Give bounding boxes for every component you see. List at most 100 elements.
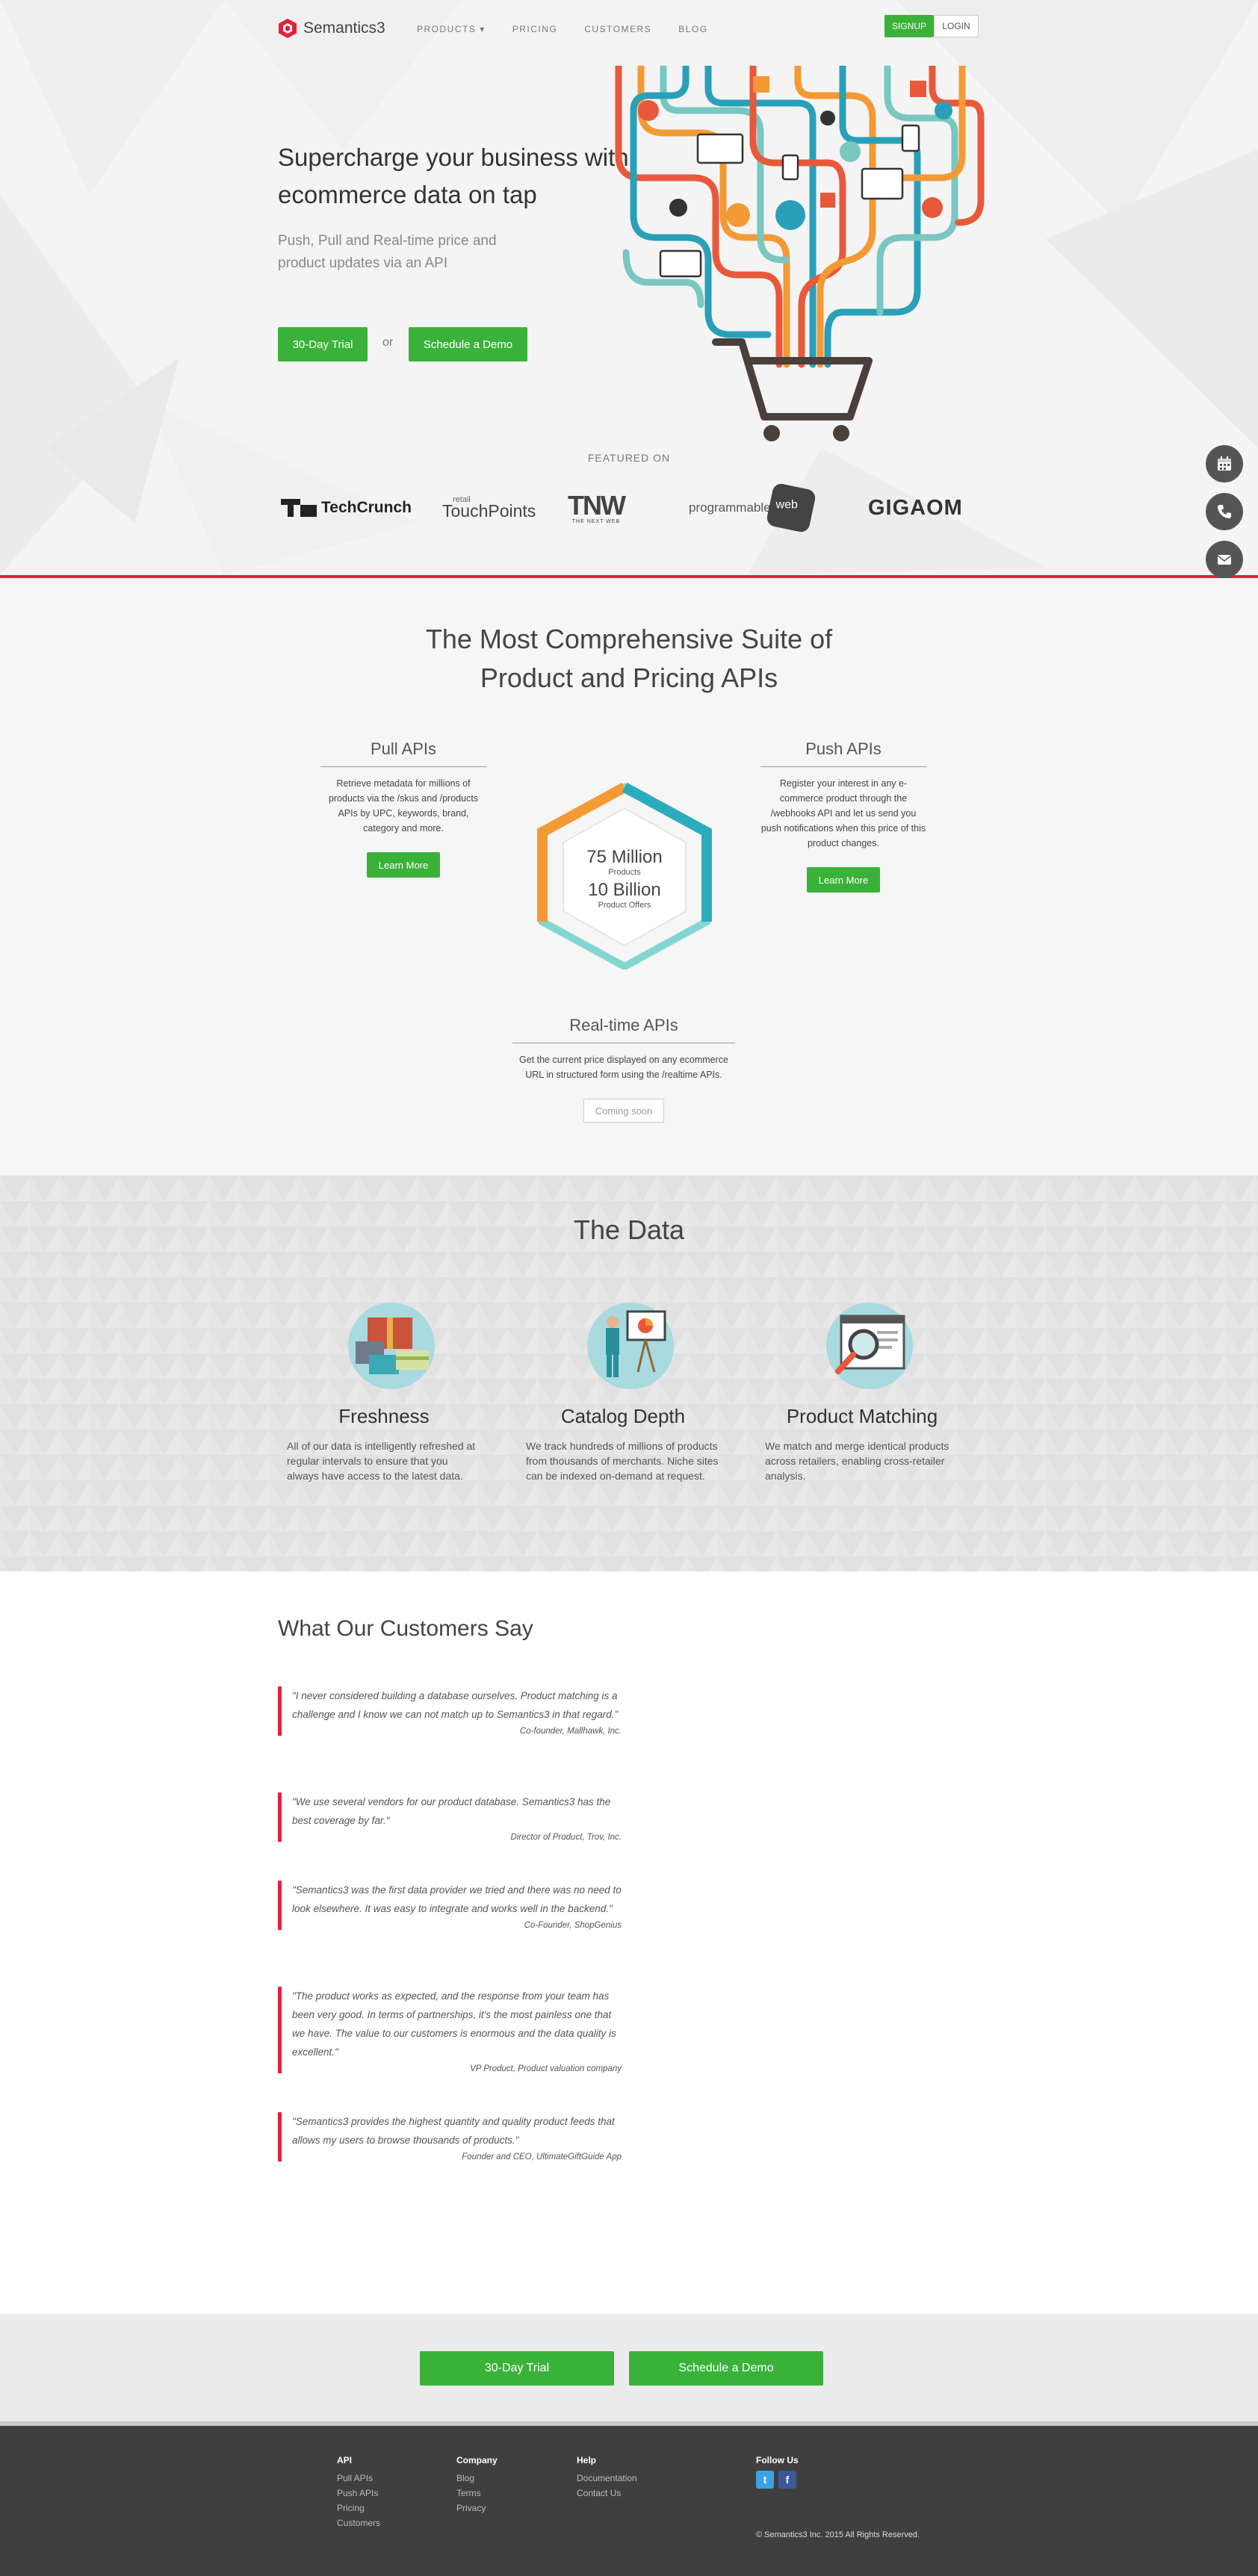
- footer-link-push-apis[interactable]: Push APIs: [337, 2486, 380, 2501]
- techcrunch-logo-icon: [281, 499, 317, 517]
- press-techcrunch[interactable]: TechCrunch: [281, 485, 412, 530]
- gigaom-logo-text: GIGAOM: [868, 495, 963, 520]
- footer-follow-heading: Follow Us: [756, 2455, 799, 2465]
- cta-section: 30-Day Trial Schedule a Demo: [0, 2314, 1258, 2421]
- offers-count: 10 Billion: [588, 880, 661, 900]
- presenter-icon: [587, 1303, 674, 1389]
- testimonial-item: "I never considered building a database …: [278, 1686, 622, 1736]
- press-gigaom[interactable]: GIGAOM: [868, 485, 963, 530]
- press-touchpoints[interactable]: retail TouchPoints: [442, 485, 536, 530]
- calendar-icon: [1218, 456, 1231, 471]
- footer-col-api: API Pull APIs Push APIs Pricing Customer…: [337, 2453, 380, 2530]
- footer-link-pricing[interactable]: Pricing: [337, 2501, 380, 2516]
- caret-down-icon: ▾: [480, 24, 486, 34]
- realtime-api-description: Get the current price displayed on any e…: [519, 1055, 728, 1080]
- pull-api-heading: Pull APIs: [320, 739, 486, 767]
- suite-title-line2: Product and Pricing APIs: [480, 662, 778, 693]
- signup-button[interactable]: SIGNUP: [884, 15, 934, 37]
- hero-demo-button[interactable]: Schedule a Demo: [409, 327, 527, 361]
- tnw-sub-text: THE NEXT WEB: [571, 518, 621, 524]
- testimonials-section: What Our Customers Say "I never consider…: [0, 1571, 1258, 2314]
- hero-trial-button[interactable]: 30-Day Trial: [278, 327, 368, 361]
- testimonial-item: "The product works as expected, and the …: [278, 1987, 622, 2073]
- footer-link-blog[interactable]: Blog: [456, 2471, 498, 2486]
- testimonial-author: Founder and CEO, UltimateGiftGuide App: [462, 2153, 622, 2161]
- footer-col-follow: Follow Us t f: [756, 2453, 799, 2489]
- testimonial-item: "We use several vendors for our product …: [278, 1793, 622, 1842]
- testimonial-quote: "Semantics3 provides the highest quantit…: [292, 2116, 615, 2146]
- data-col-catalog-depth: Catalog Depth We track hundreds of milli…: [526, 1301, 720, 1483]
- testimonial-item: "Semantics3 provides the highest quantit…: [278, 2112, 622, 2161]
- footer-link-terms[interactable]: Terms: [456, 2486, 498, 2501]
- phone-icon: [1218, 505, 1231, 518]
- footer-col-help: Help Documentation Contact Us: [577, 2453, 637, 2501]
- logo[interactable]: Semantics3: [278, 18, 385, 39]
- testimonial-author: Co-Founder, ShopGenius: [524, 1921, 622, 1930]
- realtime-api-block: Real-time APIs Get the current price dis…: [512, 1016, 735, 1123]
- offers-label: Product Offers: [598, 901, 651, 910]
- footer: API Pull APIs Push APIs Pricing Customer…: [0, 2421, 1258, 2576]
- testimonial-author: Co-founder, Mallhawk, Inc.: [519, 1727, 622, 1736]
- push-learn-more-button[interactable]: Learn More: [807, 867, 880, 893]
- email-side-button[interactable]: [1206, 541, 1243, 578]
- cta-demo-button[interactable]: Schedule a Demo: [629, 2351, 823, 2386]
- nav-links: PRODUCTS ▾ PRICING CUSTOMERS BLOG: [417, 24, 708, 34]
- realtime-api-heading: Real-time APIs: [512, 1016, 735, 1043]
- coverage-hexagon: 75 Million Products 10 Billion Product O…: [536, 783, 713, 969]
- copyright-text: © Semantics3 Inc. 2015 All Rights Reserv…: [756, 2530, 920, 2539]
- testimonial-quote: "Semantics3 was the first data provider …: [292, 1884, 622, 1914]
- footer-link-privacy[interactable]: Privacy: [456, 2501, 498, 2516]
- testimonial-author: VP Product, Product valuation company: [470, 2064, 622, 2073]
- login-button[interactable]: LOGIN: [934, 15, 979, 37]
- touchpoints-logo-text: TouchPoints: [442, 500, 536, 521]
- testimonial-item: "Semantics3 was the first data provider …: [278, 1881, 622, 1930]
- press-tnw[interactable]: TNW THE NEXT WEB: [568, 485, 626, 530]
- api-suite-section: The Most Comprehensive Suite of Product …: [0, 578, 1258, 1176]
- push-api-description: Register your interest in any e-commerce…: [760, 778, 926, 848]
- nav-products[interactable]: PRODUCTS ▾: [417, 24, 486, 34]
- pull-learn-more-button[interactable]: Learn More: [367, 852, 440, 878]
- catalog-depth-heading: Catalog Depth: [560, 1405, 686, 1427]
- programmableweb-web-text: web: [775, 498, 798, 512]
- catalog-depth-text: We track hundreds of millions of product…: [526, 1440, 719, 1482]
- magnifier-icon: [826, 1303, 913, 1389]
- data-col-freshness: Freshness All of our data is intelligent…: [287, 1301, 481, 1483]
- freshness-text: All of our data is intelligently refresh…: [287, 1440, 476, 1482]
- footer-link-pull-apis[interactable]: Pull APIs: [337, 2471, 380, 2486]
- suite-title: The Most Comprehensive Suite of Product …: [0, 620, 1258, 698]
- product-matching-heading: Product Matching: [786, 1405, 938, 1427]
- footer-link-documentation[interactable]: Documentation: [577, 2471, 637, 2486]
- tnw-logo-text: TNW: [568, 489, 626, 521]
- nav-blog[interactable]: BLOG: [678, 24, 707, 34]
- press-programmableweb[interactable]: programmable web: [689, 482, 817, 534]
- programmableweb-logo-text: programmable: [689, 500, 771, 515]
- footer-api-heading: API: [337, 2455, 353, 2465]
- products-label: Products: [608, 868, 641, 877]
- testimonial-quote: "We use several vendors for our product …: [292, 1796, 611, 1826]
- nav-products-label: PRODUCTS: [417, 24, 477, 34]
- data-title: The Data: [573, 1214, 685, 1245]
- nav-pricing[interactable]: PRICING: [512, 24, 558, 34]
- facebook-icon[interactable]: f: [778, 2471, 796, 2489]
- testimonial-quote: "I never considered building a database …: [292, 1690, 619, 1720]
- logo-text: Semantics3: [303, 19, 385, 37]
- phone-side-button[interactable]: [1206, 493, 1243, 530]
- footer-link-customers[interactable]: Customers: [337, 2516, 380, 2530]
- hero-section: Semantics3 PRODUCTS ▾ PRICING CUSTOMERS …: [0, 0, 1258, 575]
- suite-title-line1: The Most Comprehensive Suite of: [425, 624, 833, 654]
- cta-trial-button[interactable]: 30-Day Trial: [420, 2351, 614, 2386]
- hero-title: Supercharge your business with ecommerce…: [278, 143, 629, 208]
- testimonial-author: Director of Product, Trov, Inc.: [510, 1833, 622, 1842]
- nav-customers[interactable]: CUSTOMERS: [584, 24, 651, 34]
- envelope-icon: [1217, 555, 1232, 565]
- social-links: t f: [756, 2471, 799, 2489]
- calendar-side-button[interactable]: [1206, 445, 1243, 482]
- footer-link-contact-us[interactable]: Contact Us: [577, 2486, 637, 2501]
- data-section: The Data Freshness All of our data is in…: [0, 1176, 1258, 1571]
- pull-api-description: Retrieve metadata for millions of produc…: [328, 778, 479, 834]
- puzzle-piece-icon: web: [765, 482, 817, 534]
- hero-or-text: or: [382, 336, 394, 349]
- top-nav: Semantics3 PRODUCTS ▾ PRICING CUSTOMERS …: [278, 15, 980, 45]
- twitter-icon[interactable]: t: [756, 2471, 774, 2489]
- products-count: 75 Million: [586, 847, 663, 867]
